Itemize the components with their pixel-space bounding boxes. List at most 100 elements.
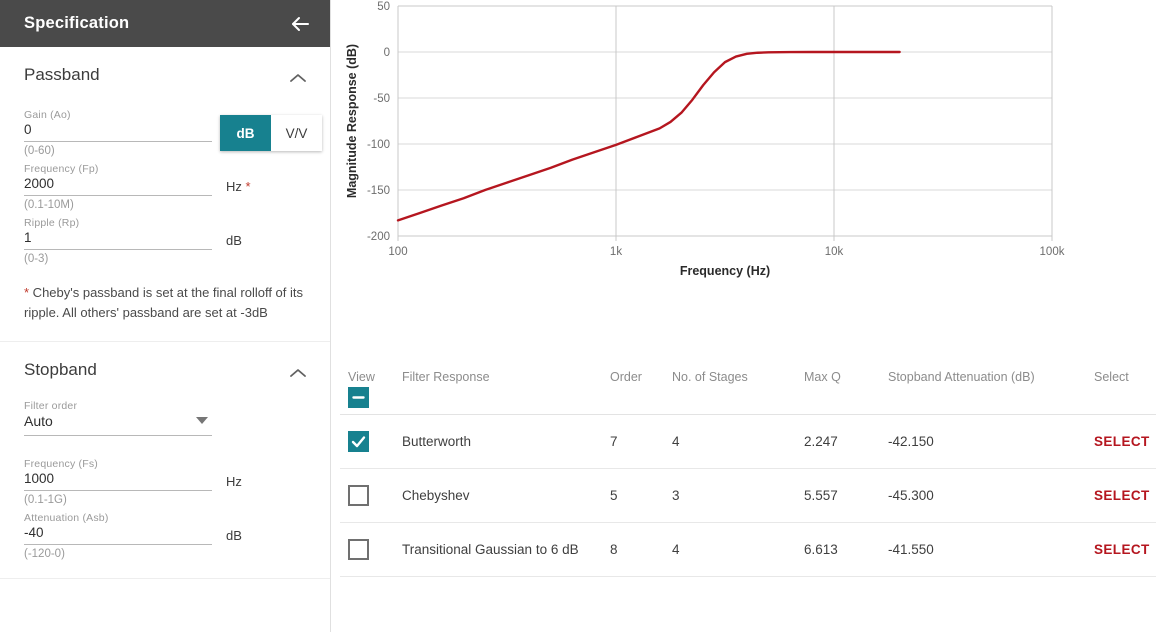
stopband-panel-header[interactable]: Stopband [24, 342, 306, 398]
row-no-of-stages: 4 [672, 542, 680, 557]
specification-sidebar: Specification Passband Gain (Ao) 0 (0-60… [0, 0, 331, 632]
ripple-field: Ripple (Rp) dB (0-3) [24, 217, 306, 265]
attenuation-input[interactable] [24, 525, 212, 546]
filter-order-select[interactable]: Auto [24, 413, 212, 437]
passband-frequency-input[interactable] [24, 176, 212, 196]
gain-field: Gain (Ao) (0-60) dB V/V [24, 109, 322, 157]
chevron-up-icon[interactable] [290, 365, 306, 378]
ripple-unit: dB [226, 233, 242, 248]
row-view-checkbox[interactable] [348, 539, 369, 560]
page-title: Specification [24, 14, 130, 32]
filter-order-label: Filter order [24, 400, 78, 413]
row-select-cell: SELECT [1094, 487, 1156, 505]
attenuation-field: Attenuation (Asb) dB (-120-0) [24, 512, 306, 560]
row-max-q: 2.247 [804, 434, 838, 449]
row-filter-response: Transitional Gaussian to 6 dB [402, 542, 579, 557]
select-button[interactable]: SELECT [1094, 433, 1156, 451]
col-header-no-of-stages: No. of Stages [672, 370, 748, 384]
filter-order-value: Auto [24, 413, 212, 437]
row-max-q: 6.613 [804, 542, 838, 557]
y-tick-label: -50 [373, 93, 390, 105]
gain-unit-toggle: dB V/V [220, 115, 322, 151]
row-view-checkbox[interactable] [348, 485, 369, 506]
row-no-of-stages: 4 [672, 434, 680, 449]
y-tick-label: 50 [377, 1, 390, 13]
table-row: Transitional Gaussian to 6 dB 8 4 6.613 -41.… [340, 523, 1156, 577]
table-row: Chebyshev 5 3 5.557 -45.300 SELECT [340, 469, 1156, 523]
select-button[interactable]: SELECT [1094, 487, 1156, 505]
x-axis-label: Frequency (Hz) [680, 264, 770, 278]
y-tick-label: -150 [367, 185, 390, 197]
select-button-label: SELECT [1094, 434, 1150, 449]
y-tick-label: -200 [367, 231, 390, 243]
x-tick-label: 100k [1040, 246, 1065, 258]
ripple-hint: (0-3) [24, 253, 49, 265]
row-stopband-attenuation: -41.550 [888, 542, 934, 557]
y-tick-label: 0 [384, 47, 390, 59]
stopband-frequency-field: Frequency (Fs) Hz (0.1-1G) [24, 458, 306, 506]
row-select-cell: SELECT [1094, 541, 1156, 559]
table-header-row: View Filter Response Order No. of Stages… [340, 360, 1156, 415]
x-tick-label: 100 [388, 246, 407, 258]
stopband-frequency-unit: Hz [226, 474, 242, 490]
passband-frequency-field: Frequency (Fp) Hz * (0.1-10M) [24, 163, 306, 211]
filter-order-field: Filter order Auto [24, 400, 306, 437]
select-button-label: SELECT [1094, 488, 1150, 503]
row-order: 8 [610, 542, 618, 557]
attenuation-hint: (-120-0) [24, 548, 65, 561]
row-filter-response: Butterworth [402, 434, 472, 449]
view-header-label: View [348, 370, 375, 384]
attenuation-label: Attenuation (Asb) [24, 512, 109, 525]
row-view-cell [340, 485, 402, 506]
row-order: 5 [610, 488, 618, 503]
stopband-title: Stopband [24, 360, 97, 380]
table-row: Butterworth 7 4 2.247 -42.150 SELECT [340, 415, 1156, 469]
unit-toggle-db[interactable]: dB [220, 115, 271, 151]
col-header-stopband-attenuation: Stopband Attenuation (dB) [888, 370, 1035, 384]
select-button[interactable]: SELECT [1094, 541, 1156, 559]
passband-panel-header[interactable]: Passband [24, 47, 306, 103]
note-text: Cheby's passband is set at the final rol… [24, 285, 304, 321]
ripple-label: Ripple (Rp) [24, 217, 80, 229]
required-asterisk: * [245, 179, 251, 194]
passband-frequency-hint: (0.1-10M) [24, 199, 74, 211]
row-stopband-attenuation: -42.150 [888, 434, 934, 449]
passband-frequency-unit: Hz * [226, 179, 251, 196]
magnitude-response-chart: -200 -150 -100 -50 0 50 100 1k 10k 100k Frequency … [340, 0, 1156, 300]
caret-down-icon[interactable] [196, 417, 208, 425]
filter-designer-page: Specification Passband Gain (Ao) 0 (0-60… [0, 0, 1156, 632]
unit-toggle-vv[interactable]: V/V [271, 115, 322, 151]
row-view-cell [340, 431, 402, 452]
y-axis-label: Magnitude Response (dB) [345, 44, 359, 198]
row-select-cell: SELECT [1094, 433, 1156, 451]
view-column-header: View [340, 370, 402, 408]
x-tick-label: 1k [610, 246, 622, 258]
row-view-checkbox[interactable] [348, 431, 369, 452]
select-all-checkbox[interactable] [348, 387, 369, 408]
row-no-of-stages: 3 [672, 488, 680, 503]
arrow-left-icon[interactable] [288, 12, 312, 36]
passband-title: Passband [24, 65, 100, 84]
table-body: Butterworth 7 4 2.247 -42.150 SELECT Chebyshev… [340, 415, 1156, 577]
passband-panel: Passband Gain (Ao) (0-60) dB V/V Fr [0, 47, 330, 343]
specification-header: Specification [0, 0, 330, 47]
ripple-input[interactable] [24, 230, 212, 250]
stopband-frequency-hint: (0.1-1G) [24, 494, 67, 507]
chevron-up-icon[interactable] [290, 70, 306, 82]
stopband-frequency-label: Frequency (Fs) [24, 458, 98, 471]
attenuation-unit: dB [226, 528, 242, 544]
chart-svg: -200 -150 -100 -50 0 50 100 1k 10k 100k Frequency … [345, 1, 1065, 278]
row-view-cell [340, 539, 402, 560]
y-tick-label: -100 [367, 139, 390, 151]
stopband-frequency-input[interactable] [24, 471, 212, 492]
series-line [396, 50, 901, 222]
stopband-panel: Stopband Filter order Auto Frequency (Fs… [0, 342, 330, 580]
gain-input[interactable] [24, 122, 212, 142]
select-button-label: SELECT [1094, 542, 1150, 557]
row-order: 7 [610, 434, 618, 449]
filter-results-table: View Filter Response Order No. of Stages… [340, 360, 1156, 577]
row-filter-response: Chebyshev [402, 488, 470, 503]
passband-frequency-unit-text: Hz [226, 179, 242, 194]
col-header-filter-response: Filter Response [402, 370, 490, 384]
passband-frequency-label: Frequency (Fp) [24, 163, 99, 175]
